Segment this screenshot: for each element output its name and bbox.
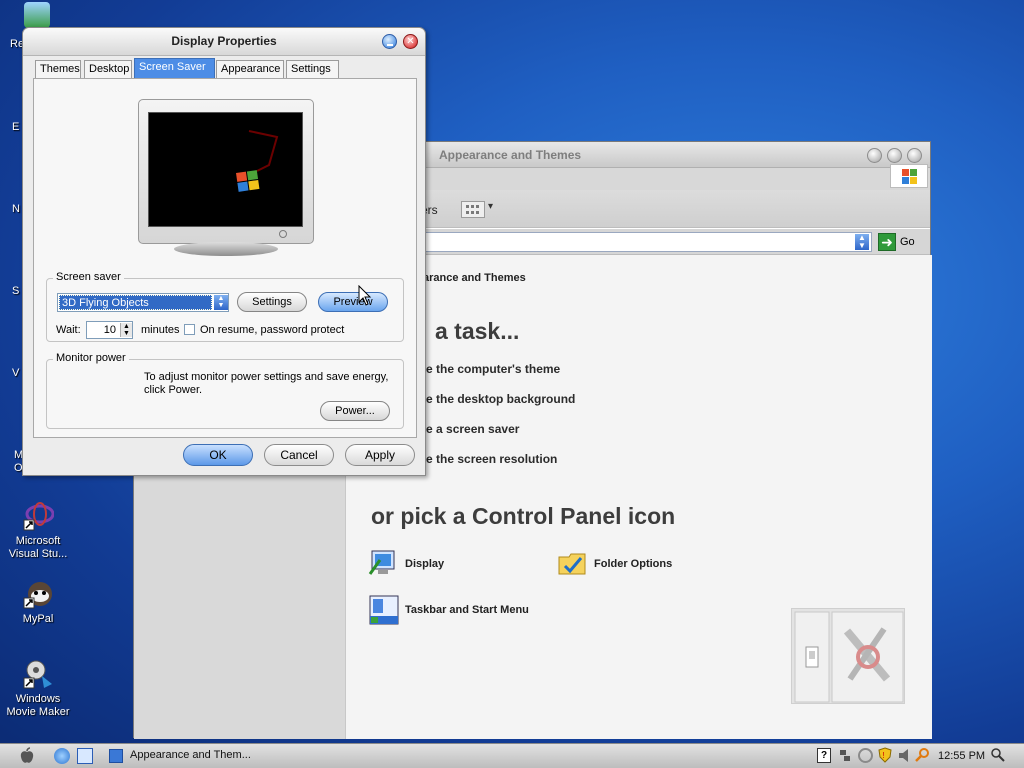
internet-explorer-icon[interactable] bbox=[54, 748, 70, 764]
recycle-bin-icon[interactable] bbox=[24, 2, 50, 28]
desktop-icon-label: MyPal bbox=[22, 613, 54, 625]
monitor-stand bbox=[174, 242, 278, 256]
close-button[interactable] bbox=[867, 148, 882, 163]
pick-icon-heading: or pick a Control Panel icon bbox=[371, 503, 676, 529]
taskbar-button-label: Appearance and Them... bbox=[130, 749, 251, 761]
minimize-button[interactable] bbox=[887, 148, 902, 163]
wait-label: Wait: bbox=[56, 324, 81, 336]
desktop-icon-label: Windows Movie Maker bbox=[6, 693, 70, 718]
apply-button[interactable]: Apply bbox=[345, 444, 415, 466]
close-icon[interactable]: ✕ bbox=[403, 34, 418, 49]
folder-options-label[interactable]: Folder Options bbox=[594, 558, 672, 570]
dialog-titlebar[interactable]: Display Properties ✕ bbox=[23, 28, 425, 56]
dialog-title: Display Properties bbox=[171, 34, 277, 48]
tab-appearance[interactable]: Appearance bbox=[216, 60, 284, 79]
monitor-power-led-icon bbox=[279, 230, 287, 238]
go-label[interactable]: Go bbox=[900, 236, 915, 248]
minimize-icon[interactable] bbox=[382, 34, 397, 49]
tab-screen-saver[interactable]: Screen Saver bbox=[134, 58, 215, 79]
spotlight-search-icon[interactable] bbox=[990, 747, 1006, 763]
security-shield-icon[interactable]: ! bbox=[878, 747, 892, 763]
display-icon[interactable] bbox=[368, 548, 400, 580]
screen-saver-select[interactable]: 3D Flying Objects ▲ ▼ bbox=[57, 293, 229, 312]
taskbar-label[interactable]: Taskbar and Start Menu bbox=[405, 604, 529, 616]
control-panel-icon bbox=[109, 749, 123, 763]
spinner-arrows-icon[interactable]: ▲ ▼ bbox=[120, 323, 132, 337]
display-label[interactable]: Display bbox=[405, 558, 444, 570]
movie-maker-icon bbox=[22, 658, 54, 690]
screen-saver-panel: Screen saver 3D Flying Objects ▲ ▼ Settin… bbox=[33, 78, 417, 438]
visual-studio-icon bbox=[22, 500, 55, 532]
task-link[interactable]: e a screen saver bbox=[426, 422, 519, 436]
show-desktop-icon[interactable] bbox=[77, 748, 93, 764]
folder-options-icon[interactable] bbox=[557, 548, 589, 580]
desktop-icon-mypal[interactable]: MyPal bbox=[6, 578, 70, 626]
task-link[interactable]: e the desktop background bbox=[426, 392, 575, 406]
select-dropdown-icon[interactable]: ▲ ▼ bbox=[214, 295, 228, 310]
network-icon[interactable] bbox=[838, 748, 852, 763]
display-properties-dialog: Display Properties ✕ Themes Desktop Scre… bbox=[22, 27, 426, 476]
wait-spinner[interactable]: 10 ▲ ▼ bbox=[86, 321, 133, 339]
monitor-power-text: To adjust monitor power settings and sav… bbox=[144, 371, 389, 396]
preview-screen bbox=[148, 112, 303, 227]
taskbar-icon[interactable] bbox=[368, 594, 400, 626]
address-dropdown-icon[interactable]: ▲ ▼ bbox=[855, 234, 869, 250]
desktop-icon-label-cut: S bbox=[12, 285, 20, 297]
minutes-label: minutes bbox=[141, 324, 180, 336]
sync-icon[interactable] bbox=[858, 748, 873, 763]
settings-button[interactable]: Settings bbox=[237, 292, 307, 312]
mypal-icon bbox=[22, 578, 54, 610]
tab-desktop[interactable]: Desktop bbox=[84, 60, 132, 79]
apple-start-icon[interactable] bbox=[18, 747, 36, 765]
ok-button[interactable]: OK bbox=[183, 444, 253, 466]
tab-themes[interactable]: Themes bbox=[35, 60, 81, 79]
password-protect-checkbox[interactable] bbox=[184, 324, 195, 335]
task-link[interactable]: e the screen resolution bbox=[426, 452, 557, 466]
go-arrow-icon[interactable]: ➜ bbox=[878, 233, 896, 251]
password-protect-label[interactable]: On resume, password protect bbox=[200, 324, 344, 336]
screen-saver-group-label: Screen saver bbox=[53, 271, 124, 283]
preview-button[interactable]: Preview bbox=[318, 292, 388, 312]
cancel-button[interactable]: Cancel bbox=[264, 444, 334, 466]
tab-settings[interactable]: Settings bbox=[286, 60, 339, 79]
task-link[interactable]: e the computer's theme bbox=[426, 362, 560, 376]
taskbar-button-appearance[interactable]: Appearance and Them... bbox=[105, 746, 255, 766]
pick-task-heading: a task... bbox=[435, 318, 520, 344]
monitor-power-group-label: Monitor power bbox=[53, 352, 129, 364]
category-title: arance and Themes bbox=[423, 272, 526, 284]
clock[interactable]: 12:55 PM bbox=[938, 750, 985, 762]
help-icon[interactable]: ? bbox=[817, 748, 831, 763]
wait-value: 10 bbox=[103, 324, 116, 336]
window-title: Appearance and Themes bbox=[439, 148, 582, 162]
screen-saver-selected: 3D Flying Objects bbox=[59, 295, 212, 310]
power-button[interactable]: Power... bbox=[320, 401, 390, 421]
appearance-themes-illustration bbox=[791, 608, 905, 704]
views-icon[interactable] bbox=[461, 201, 485, 218]
desktop-icon-label-cut: E bbox=[12, 121, 20, 133]
desktop-icon-label-cut: N bbox=[12, 203, 20, 215]
monitor-preview bbox=[138, 99, 314, 244]
windows-logo-icon bbox=[890, 164, 928, 188]
desktop-icon-visual-studio[interactable]: Microsoft Visual Stu... bbox=[6, 500, 70, 561]
mouse-cursor-icon bbox=[358, 284, 372, 307]
desktop-icon-label-cut: V bbox=[12, 367, 20, 379]
views-dropdown-icon[interactable]: ▾ bbox=[488, 201, 493, 212]
desktop-icon-label: Microsoft Visual Stu... bbox=[8, 535, 68, 560]
content-pane: arance and Themes a task... e the comput… bbox=[346, 255, 932, 739]
svg-text:!: ! bbox=[883, 751, 885, 760]
taskbar: Appearance and Them... ? ! 12:55 PM bbox=[0, 743, 1024, 768]
volume-icon[interactable] bbox=[898, 748, 912, 763]
maximize-button[interactable] bbox=[907, 148, 922, 163]
search-tray-icon[interactable] bbox=[915, 747, 931, 763]
desktop-icon-movie-maker[interactable]: Windows Movie Maker bbox=[6, 658, 70, 719]
